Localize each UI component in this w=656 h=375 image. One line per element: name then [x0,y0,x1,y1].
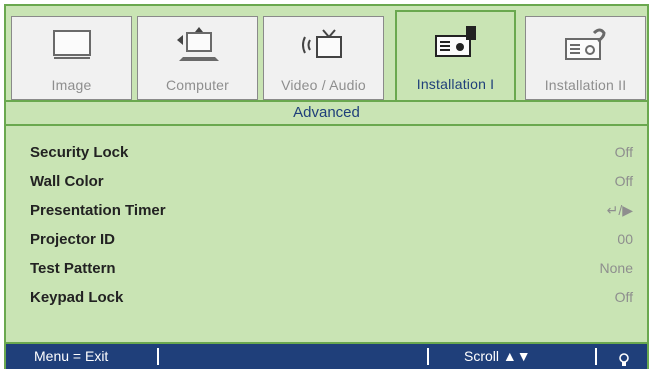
menu-item-wall-color[interactable]: Wall Color Off [6,167,647,196]
menu-item-label: Keypad Lock [30,289,124,306]
menu-item-value: Off [614,289,633,305]
menu-exit-hint: Menu = Exit [34,348,109,364]
projector-settings-icon [526,27,645,63]
projector-icon [397,24,514,60]
tab-installation-1[interactable]: Installation I [395,10,516,102]
menu-item-label: Projector ID [30,231,116,248]
status-bar: Menu = Exit Scroll ▲▼ [4,344,649,369]
menu-item-value: None [599,260,633,276]
menu-content: Advanced Security Lock Off Wall Color Of… [6,100,647,342]
menu-item-value: Off [614,144,633,160]
menu-item-label: Wall Color [30,173,104,190]
menu-item-label: Presentation Timer [30,202,166,219]
computer-icon [138,27,257,63]
tab-image-label: Image [51,77,92,93]
tab-video-audio[interactable]: Video / Audio [263,16,384,100]
enter-arrow-icon: ↵/▶ [606,202,633,218]
menu-item-keypad-lock[interactable]: Keypad Lock Off [6,283,647,312]
video-audio-icon [264,27,383,63]
menu-item-security-lock[interactable]: Security Lock Off [6,138,647,167]
menu-item-test-pattern[interactable]: Test Pattern None [6,254,647,283]
divider [157,348,159,365]
tab-bar: Image Computer Video / Audio Installatio… [6,6,647,102]
lightbulb-icon [618,350,630,366]
tab-installation-2-label: Installation II [544,77,627,93]
tab-installation-1-label: Installation I [416,76,495,92]
settings-list: Security Lock Off Wall Color Off Present… [6,138,647,312]
scroll-hint: Scroll ▲▼ [464,348,531,364]
menu-item-projector-id[interactable]: Projector ID 00 [6,225,647,254]
osd-menu: Image Computer Video / Audio Installatio… [4,4,649,344]
tab-video-audio-label: Video / Audio [281,77,366,93]
menu-item-label: Security Lock [30,144,129,161]
divider [595,348,597,365]
section-title: Advanced [6,102,647,126]
divider [427,348,429,365]
monitor-icon [12,27,131,63]
menu-item-presentation-timer[interactable]: Presentation Timer ↵/▶ [6,196,647,225]
menu-item-value: 00 [617,231,633,247]
menu-item-label: Test Pattern [30,260,116,277]
tab-computer[interactable]: Computer [137,16,258,100]
tab-installation-2[interactable]: Installation II [525,16,646,100]
tab-computer-label: Computer [165,77,230,93]
menu-item-value: Off [614,173,633,189]
tab-image[interactable]: Image [11,16,132,100]
